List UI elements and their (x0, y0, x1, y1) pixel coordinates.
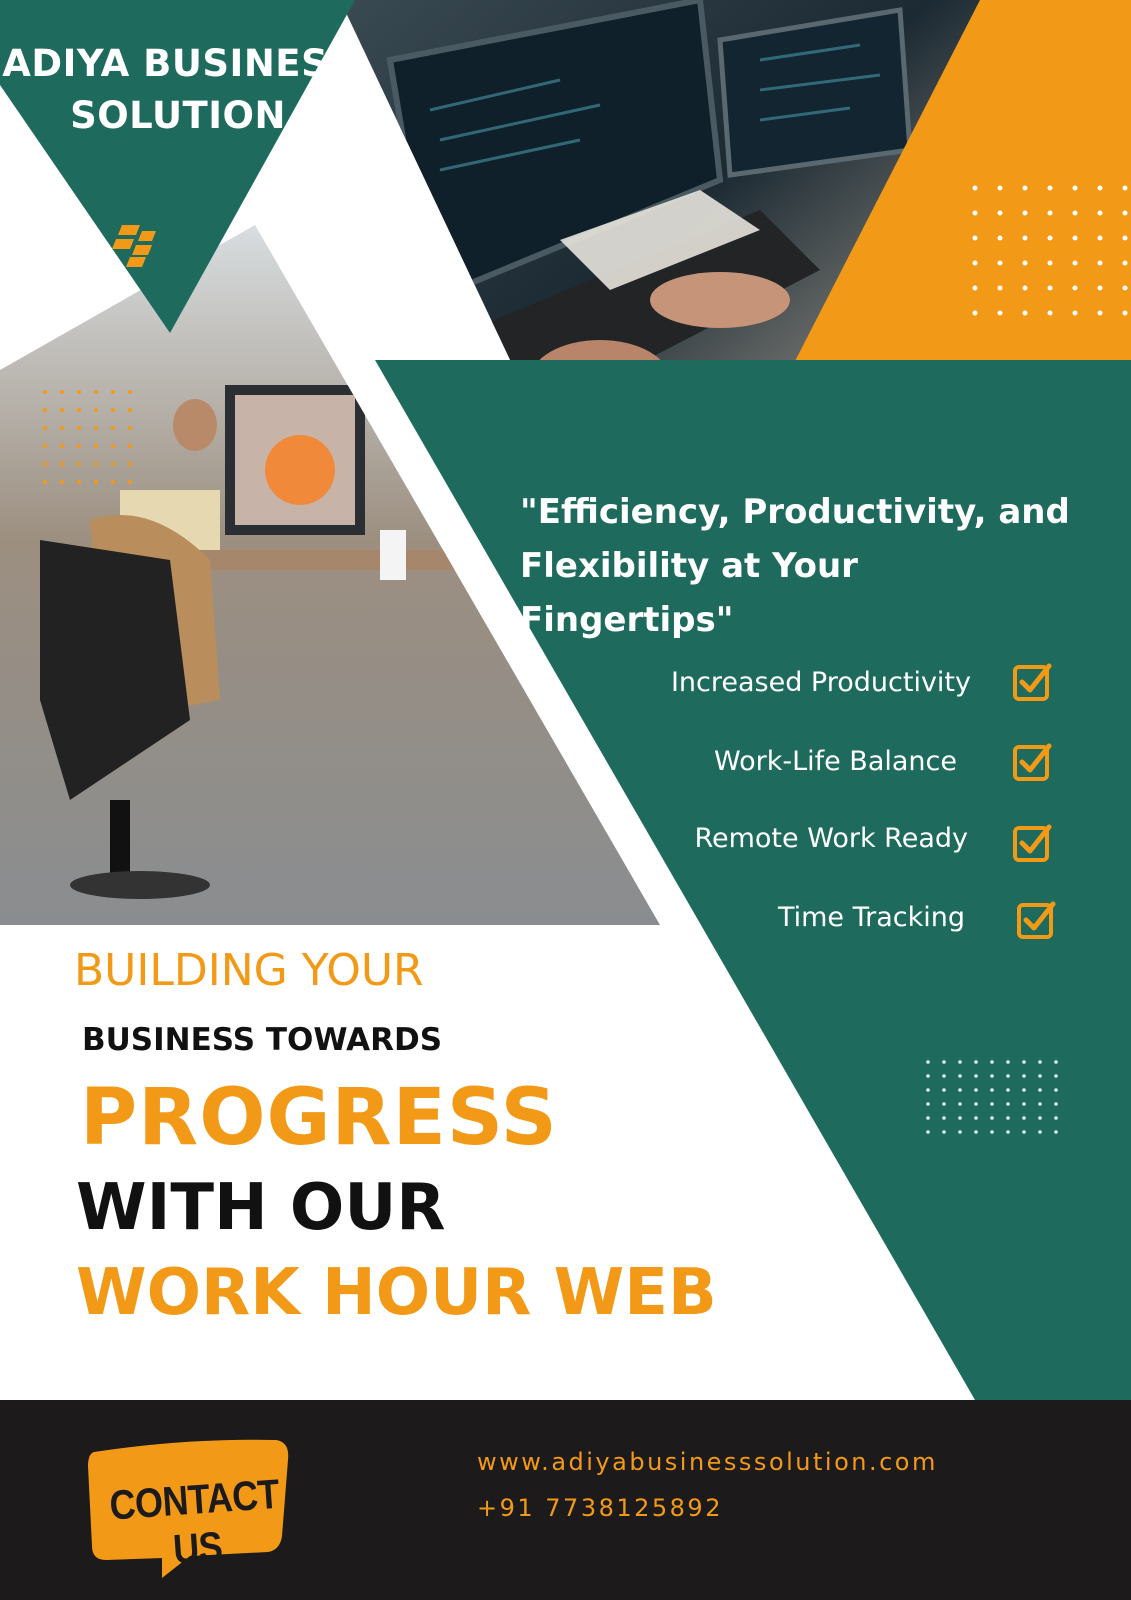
feature-item: Remote Work Ready (694, 818, 968, 858)
headline-line1: BUILDING YOUR (74, 945, 424, 996)
tagline: "Efficiency, Productivity, and Flexibili… (520, 485, 1080, 647)
phone-link[interactable]: +91 7738125892 (477, 1494, 723, 1522)
brand-name: ADIYA BUSINESS SOLUTION (0, 38, 356, 142)
feature-item: Increased Productivity (671, 662, 971, 702)
checkbox-checked-icon (1013, 743, 1052, 781)
feature-label: Work-Life Balance (713, 745, 957, 777)
headline-line2: BUSINESS TOWARDS (82, 1022, 443, 1058)
flyer: ADIYA BUSINESS SOLUTION "Efficiency, Pro… (0, 0, 1131, 1600)
website-link[interactable]: www.adiyabusinesssolution.com (477, 1448, 938, 1476)
feature-item: Time Tracking (778, 897, 965, 937)
headline-line5: WORK HOUR WEB (76, 1256, 717, 1330)
contact-us-label[interactable]: CONTACT US (101, 1469, 291, 1578)
checkbox-checked-icon (1017, 901, 1056, 939)
stacked-blocks-icon (112, 225, 156, 267)
feature-label: Time Tracking (777, 901, 965, 933)
headline-line3: PROGRESS (80, 1073, 558, 1163)
feature-label: Remote Work Ready (694, 822, 968, 854)
checkbox-checked-icon (1013, 663, 1052, 701)
brand-name-line2: SOLUTION (70, 94, 286, 137)
feature-label: Increased Productivity (670, 666, 971, 698)
brand-name-line1: ADIYA BUSINESS (2, 42, 354, 85)
feature-item: Work-Life Balance (714, 741, 957, 781)
tagline-line1: "Efficiency, Productivity, and (520, 492, 1070, 532)
checkbox-checked-icon (1013, 824, 1052, 862)
tagline-line2: Flexibility at Your Fingertips" (520, 546, 858, 640)
headline-line4: WITH OUR (76, 1171, 446, 1245)
